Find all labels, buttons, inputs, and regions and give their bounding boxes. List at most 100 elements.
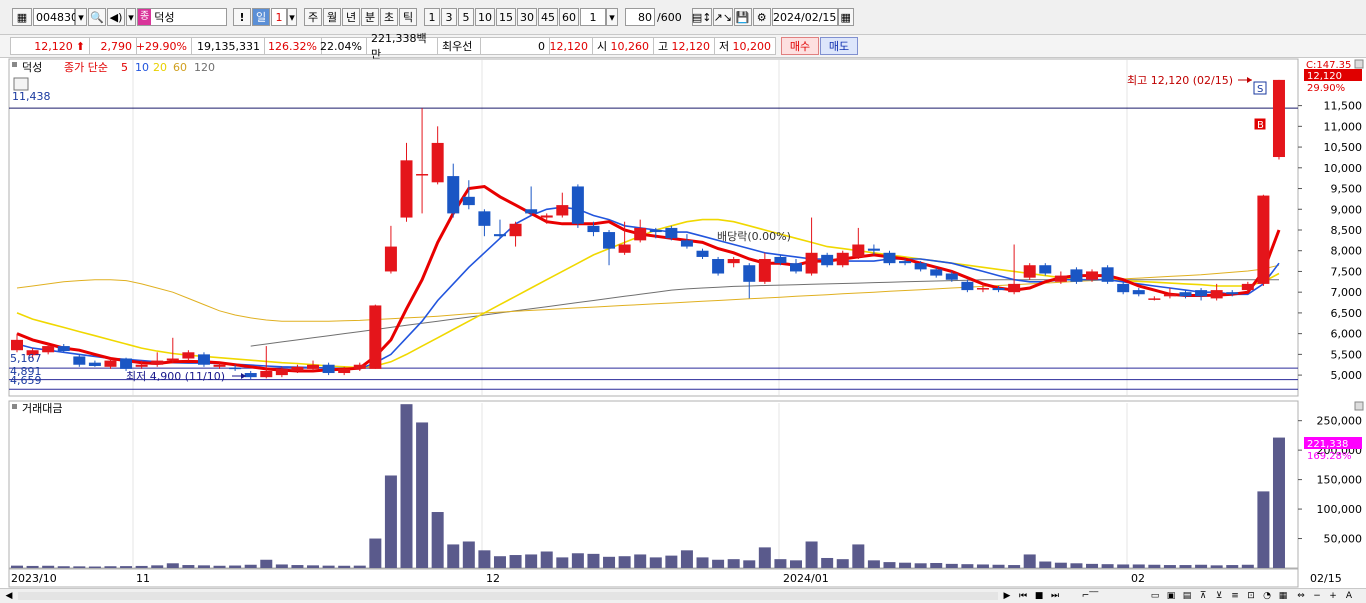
scroll-track[interactable] [18, 592, 998, 600]
legend-ma-10: 10 [135, 61, 149, 74]
price-tick-label: 11,000 [1324, 120, 1363, 133]
interval-1-button[interactable]: 1 [424, 8, 440, 26]
candle-body [353, 364, 366, 369]
save-icon[interactable]: 💾 [733, 8, 752, 26]
stock-code-input[interactable]: 004830 [33, 8, 78, 26]
period-week-button[interactable]: 주 [304, 8, 322, 26]
volume-axis: 50,000100,000150,000200,000250,000 [1298, 415, 1362, 546]
volume-bar [1023, 554, 1036, 568]
candle-body [322, 364, 335, 374]
count-input[interactable]: 80 [625, 8, 655, 26]
jump-start-icon[interactable]: ⏮ [1016, 590, 1030, 602]
volume-panel-close-icon[interactable] [1354, 401, 1364, 411]
candle-body [213, 364, 226, 367]
tool-d-icon[interactable]: ⊼ [1196, 590, 1210, 602]
compare-icon[interactable]: ▤↕ [691, 8, 712, 26]
stock-name-field[interactable]: 종 덕성 [137, 8, 227, 26]
tool-a-icon[interactable]: ▭ [1148, 590, 1162, 602]
price-tick-label: 7,000 [1331, 286, 1363, 299]
price-panel-close-icon[interactable] [1354, 59, 1364, 69]
volume-bar [416, 422, 429, 568]
price-tick-label: 8,000 [1331, 245, 1363, 258]
candle-body [883, 252, 896, 264]
legend-ma-5: 5 [121, 61, 128, 74]
candle-body [680, 240, 693, 247]
volume-bar [571, 553, 584, 568]
open-label: 시 [597, 40, 608, 53]
price-volume-chart[interactable]: 5,000 5,500 6,000 6,500 7,000 7,500 8,000 8,500… [0, 58, 1366, 588]
chart-area[interactable]: 5,000 5,500 6,000 6,500 7,000 7,500 8,000 8,500… [0, 58, 1366, 588]
period-tick-button[interactable]: 틱 [399, 8, 417, 26]
candle-body [104, 360, 117, 367]
text-tool-icon[interactable]: A [1342, 590, 1356, 602]
date-input[interactable]: 2024/02/15 [771, 8, 838, 26]
tool-i-icon[interactable]: ▦ [1276, 590, 1290, 602]
table-toggle-icon[interactable] [13, 77, 29, 91]
interval-30-button[interactable]: 30 [517, 8, 537, 26]
interval-45-button[interactable]: 45 [538, 8, 558, 26]
calendar-icon[interactable]: ▦ [837, 8, 854, 26]
scroll-left-icon[interactable]: ◀ [2, 590, 16, 602]
interval-60-button[interactable]: 60 [559, 8, 579, 26]
price-tick-label: 6,500 [1331, 307, 1363, 320]
interval-5-button[interactable]: 5 [458, 8, 474, 26]
gear-icon[interactable]: ⚙ [752, 8, 771, 26]
candle-body [821, 254, 834, 266]
period-day-count[interactable]: 1 [271, 8, 287, 26]
volume-bar [307, 565, 320, 568]
current-price-value: 12,120 [34, 39, 73, 53]
volume-legend-handle-icon [12, 404, 17, 409]
interval-3-button[interactable]: 3 [441, 8, 457, 26]
volume-bar [836, 559, 849, 568]
zoom-in-icon[interactable]: + [1326, 590, 1340, 602]
interval-15-button[interactable]: 15 [496, 8, 516, 26]
scroll-right-icon[interactable]: ▶ [1000, 590, 1014, 602]
code-dropdown-icon[interactable]: ▾ [75, 8, 87, 26]
tool-h-icon[interactable]: ◔ [1260, 590, 1274, 602]
price-tick-label: 10,000 [1324, 162, 1363, 175]
volume-bar [603, 556, 616, 568]
candle-body [431, 142, 444, 183]
interval-dropdown-icon[interactable]: ▾ [606, 8, 618, 26]
period-minute-button[interactable]: 분 [361, 8, 379, 26]
jump-end-icon[interactable]: ⏭ [1048, 590, 1062, 602]
low-label: 저 [719, 40, 730, 53]
period-second-button[interactable]: 초 [380, 8, 398, 26]
tool-b-icon[interactable]: ▣ [1164, 590, 1178, 602]
volume-tick-label: 250,000 [1317, 415, 1363, 428]
tool-g-icon[interactable]: ⊡ [1244, 590, 1258, 602]
tool-e-icon[interactable]: ⊻ [1212, 590, 1226, 602]
period-day-button[interactable]: 일 [252, 8, 270, 26]
sound-dropdown-icon[interactable]: ▾ [126, 8, 136, 26]
legend-handle-icon [12, 62, 17, 67]
sound-icon[interactable]: ◀) [107, 8, 125, 26]
tool-j-icon[interactable]: ⇔ [1294, 590, 1308, 602]
alert-icon[interactable]: ! [233, 8, 251, 26]
tool-f-icon[interactable]: ≡ [1228, 590, 1242, 602]
candle-body [1039, 265, 1052, 274]
period-year-button[interactable]: 년 [342, 8, 360, 26]
stop-icon[interactable]: ■ [1032, 590, 1046, 602]
period-dropdown-icon[interactable]: ▾ [287, 8, 297, 26]
chart-menu-icon[interactable]: ▦ [12, 8, 32, 26]
sell-button[interactable]: 매도 [820, 37, 858, 55]
candle-body [836, 252, 849, 266]
dividend-note: 배당락(0.00%) [717, 230, 791, 243]
interval-10-button[interactable]: 10 [475, 8, 495, 26]
period-month-button[interactable]: 월 [323, 8, 341, 26]
volume-bar [696, 557, 709, 568]
interval-select[interactable]: 1 [580, 8, 606, 26]
candle-body [930, 269, 943, 276]
toolbar: ▦ 004830 ▾ 🔍 ◀) ▾ 종 덕성 ! 일 1 ▾ 주 월 년 분 초… [0, 0, 1366, 35]
chart-scrollbar[interactable]: ◀ ▶ ⏮ ■ ⏭ ⌐‾‾ ▭ ▣ ▤ ⊼ ⊻ ≡ ⊡ ◔ ▦ ⇔ − + A [0, 588, 1366, 603]
zoom-out-icon[interactable]: − [1310, 590, 1324, 602]
low-note: 최저 4,900 (11/10) [126, 370, 225, 383]
buy-button[interactable]: 매수 [781, 37, 819, 55]
trend-icon[interactable]: ↗↘ [712, 8, 733, 26]
tool-c-icon[interactable]: ▤ [1180, 590, 1194, 602]
candle-body [291, 366, 304, 371]
search-icon[interactable]: 🔍 [88, 8, 106, 26]
volume-bar [1070, 563, 1083, 568]
zoom-slider-icon[interactable]: ⌐‾‾ [1070, 590, 1110, 602]
volume-bar [821, 557, 834, 568]
